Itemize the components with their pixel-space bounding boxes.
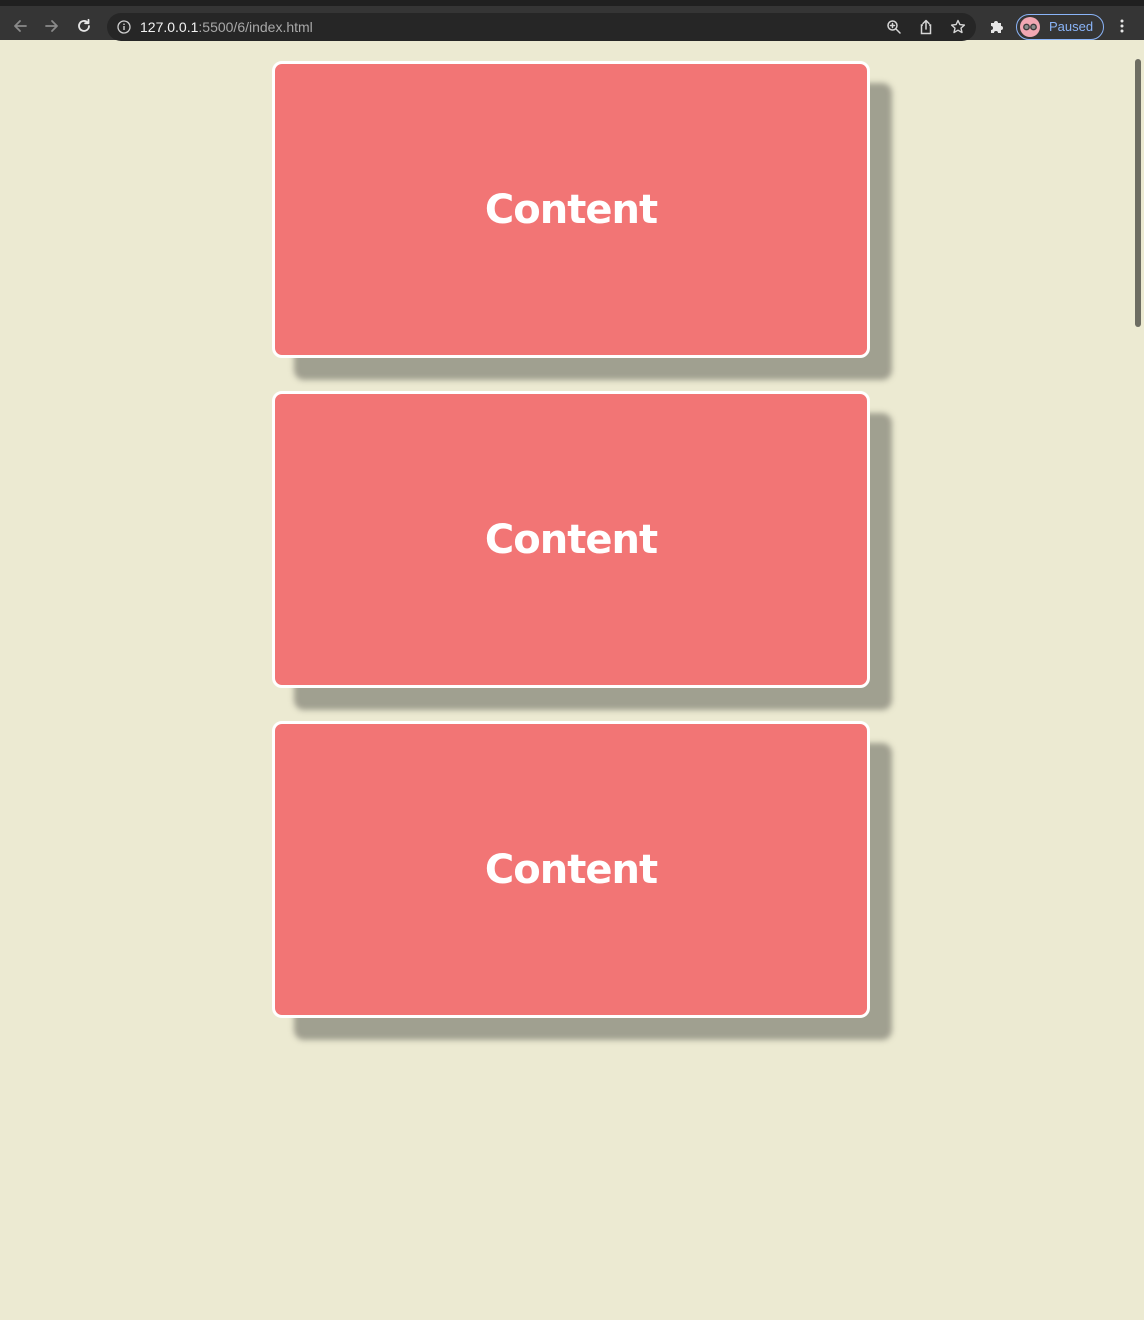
profile-button[interactable]: Paused bbox=[1016, 14, 1104, 40]
content-card: Content bbox=[272, 61, 870, 358]
arrow-right-icon bbox=[45, 20, 58, 32]
url-host: 127.0.0.1 bbox=[140, 19, 199, 35]
back-button[interactable] bbox=[6, 12, 34, 40]
extensions-button[interactable] bbox=[983, 12, 1011, 40]
card-label: Content bbox=[484, 516, 658, 563]
share-icon[interactable] bbox=[918, 19, 934, 35]
card-label: Content bbox=[484, 846, 658, 893]
address-bar[interactable]: 127.0.0.1:5500/6/index.html bbox=[107, 13, 976, 41]
reload-button[interactable] bbox=[70, 12, 98, 40]
card-label: Content bbox=[484, 186, 658, 233]
zoom-icon[interactable] bbox=[886, 19, 902, 35]
content-card: Content bbox=[272, 721, 870, 1018]
url-text[interactable]: 127.0.0.1:5500/6/index.html bbox=[140, 19, 313, 35]
kebab-menu-icon bbox=[1120, 19, 1124, 33]
forward-button[interactable] bbox=[38, 12, 66, 40]
avatar bbox=[1020, 17, 1040, 37]
reload-icon bbox=[78, 18, 90, 32]
vertical-scrollbar[interactable] bbox=[1135, 59, 1141, 327]
browser-menu-button[interactable] bbox=[1108, 12, 1136, 40]
puzzle-icon bbox=[991, 21, 1003, 33]
profile-status-label: Paused bbox=[1049, 19, 1094, 34]
url-path: :5500/6/index.html bbox=[198, 19, 313, 35]
info-icon[interactable] bbox=[117, 20, 131, 34]
arrow-left-icon bbox=[14, 20, 27, 32]
star-icon[interactable] bbox=[950, 19, 966, 35]
browser-toolbar: 127.0.0.1:5500/6/index.html Paused bbox=[0, 0, 1144, 41]
content-card: Content bbox=[272, 391, 870, 688]
